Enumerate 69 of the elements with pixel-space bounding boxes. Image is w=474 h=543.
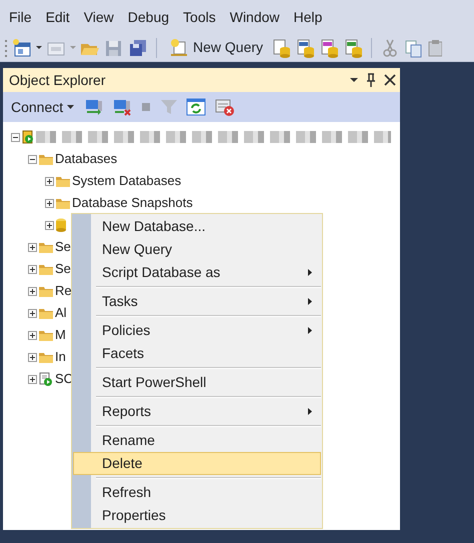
new-project-icon[interactable] [12, 38, 32, 58]
menu-item[interactable]: Script Database as [73, 261, 321, 284]
folder-icon [39, 352, 53, 362]
menu-item[interactable]: Start PowerShell [73, 371, 321, 394]
server-icon [22, 130, 34, 144]
connect-button[interactable]: Connect [9, 96, 76, 118]
connect-icon[interactable] [84, 97, 104, 117]
menu-item[interactable]: Help [286, 0, 330, 34]
tree-node-label[interactable]: Al [55, 303, 67, 323]
folder-icon [39, 330, 53, 340]
menu-item[interactable]: Properties [73, 504, 321, 527]
database-query-icon[interactable] [271, 38, 292, 58]
disconnect-icon[interactable] [112, 97, 132, 117]
expand-icon[interactable] [45, 176, 54, 186]
tree-node-label[interactable]: Database Snapshots [72, 193, 193, 213]
folder-icon [39, 242, 53, 252]
menu-item[interactable]: Tasks [73, 290, 321, 313]
menu-item[interactable]: Window [222, 0, 287, 34]
expand-icon[interactable] [28, 308, 37, 318]
tree-node-label[interactable]: Se [55, 237, 71, 257]
expand-icon[interactable] [28, 352, 37, 362]
collapse-icon[interactable] [11, 132, 20, 142]
panel-title: Object Explorer [9, 70, 106, 90]
tree-node-label[interactable]: In [55, 347, 66, 367]
menu-item[interactable]: Delete [73, 452, 321, 475]
menu-item[interactable]: Facets [73, 342, 321, 365]
dropdown-icon[interactable] [350, 78, 358, 82]
save-all-icon[interactable] [128, 38, 148, 58]
caret-icon[interactable] [36, 46, 42, 49]
folder-icon [56, 176, 70, 186]
tree-node-label[interactable]: Re [55, 281, 72, 301]
menu-item[interactable]: New Database... [73, 215, 321, 238]
menu-item[interactable]: Reports [73, 400, 321, 423]
folder-icon [39, 286, 53, 296]
expand-icon[interactable] [28, 286, 37, 296]
tree-node-label[interactable]: System Databases [72, 171, 182, 191]
database-icon [56, 218, 66, 232]
expand-icon[interactable] [28, 264, 37, 274]
tree-node-label[interactable]: M [55, 325, 66, 345]
tree-node-label[interactable]: Se [55, 259, 71, 279]
menu-item[interactable]: View [76, 0, 121, 34]
expand-icon[interactable] [28, 374, 37, 384]
folder-icon [39, 308, 53, 318]
pin-icon[interactable] [366, 73, 376, 87]
menu-item[interactable]: File [2, 0, 39, 34]
menu-item[interactable]: Rename [73, 429, 321, 452]
collapse-icon[interactable] [28, 154, 37, 164]
toolbar-grip[interactable] [4, 38, 8, 58]
expand-icon[interactable] [28, 330, 37, 340]
menu-item[interactable]: Edit [38, 0, 77, 34]
folder-icon [56, 198, 70, 208]
copy-icon[interactable] [404, 38, 424, 58]
document-icon [169, 38, 189, 58]
menu-item[interactable]: Policies [73, 319, 321, 342]
folder-icon [39, 264, 53, 274]
new-query-button[interactable]: New Query [165, 37, 268, 58]
expand-icon[interactable] [45, 220, 54, 230]
close-icon[interactable] [384, 74, 396, 86]
folder-icon [39, 154, 53, 164]
expand-icon[interactable] [45, 198, 54, 208]
caret-icon [67, 105, 74, 109]
menu-item[interactable]: Tools [176, 0, 223, 34]
menu-item[interactable]: Refresh [73, 481, 321, 504]
tree-node-label[interactable]: Databases [55, 149, 118, 169]
expand-icon[interactable] [28, 242, 37, 252]
menu-item[interactable]: New Query [73, 238, 321, 261]
menu-item[interactable]: Debug [120, 0, 176, 34]
refresh-icon[interactable] [186, 97, 206, 117]
agent-icon [39, 372, 53, 386]
